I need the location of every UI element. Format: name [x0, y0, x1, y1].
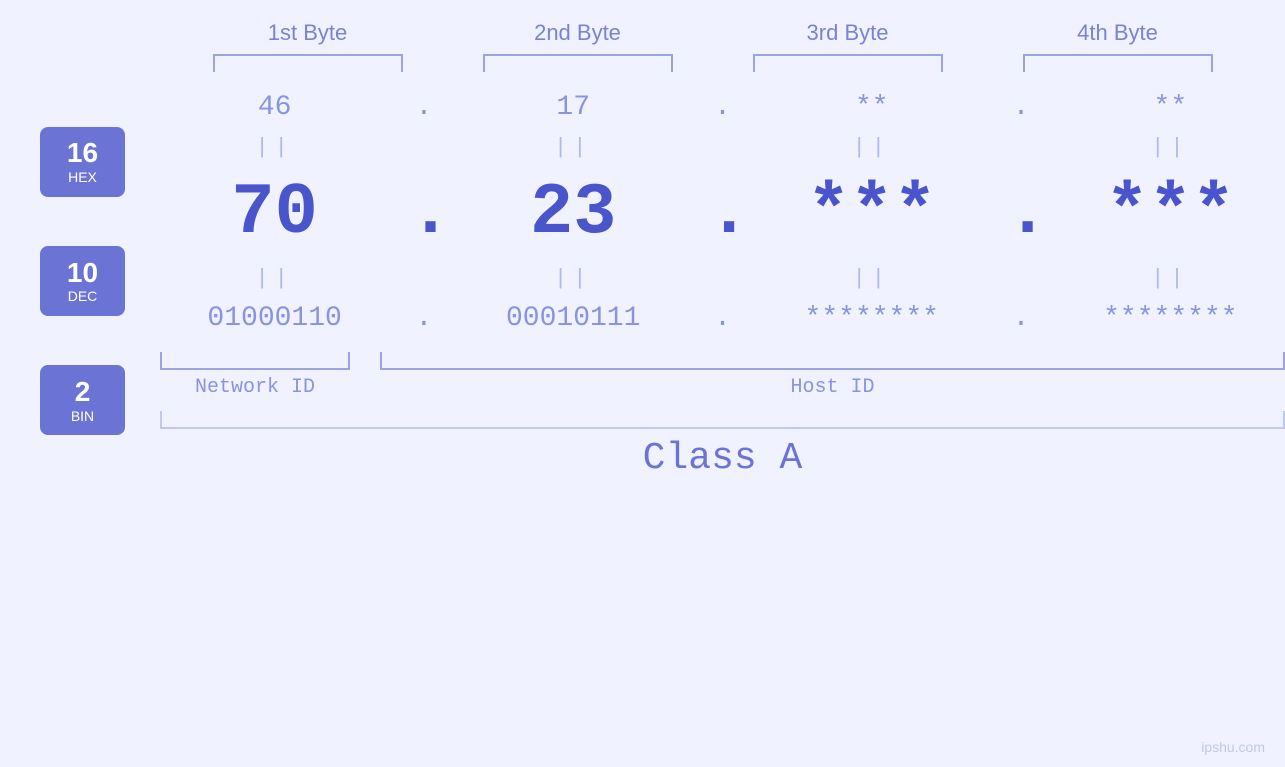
dec-dot2: . [707, 177, 737, 249]
byte2-header: 2nd Byte [478, 20, 678, 46]
dec-dot3: . [1006, 177, 1036, 249]
class-bracket [160, 411, 1285, 429]
hex-num: 16 [67, 138, 98, 169]
sep1-b4: || [1075, 135, 1265, 160]
bin-badge: 2 BIN [40, 365, 125, 435]
bin-b4: ******** [1075, 303, 1265, 334]
bin-dot3: . [1006, 303, 1036, 334]
sep-row-2: || || || || [160, 264, 1285, 293]
host-id-label: Host ID [380, 376, 1285, 399]
byte-headers-row: 1st Byte 2nd Byte 3rd Byte 4th Byte [173, 20, 1253, 46]
bin-dot2: . [707, 303, 737, 334]
dec-b2: 23 [478, 172, 668, 254]
sep1-b3: || [777, 135, 967, 160]
hex-dot2: . [707, 92, 737, 123]
sep2-b2: || [478, 266, 668, 291]
dec-b3: *** [777, 172, 967, 254]
bin-b3: ******** [777, 303, 967, 334]
network-id-label: Network ID [160, 376, 350, 399]
hex-row: 46 . 17 . ** . ** [160, 82, 1285, 133]
sep2-b1: || [180, 266, 370, 291]
hex-b2: 17 [478, 92, 668, 123]
dec-num: 10 [67, 258, 98, 289]
top-brackets [173, 54, 1253, 72]
byte3-bracket [753, 54, 943, 72]
hex-b1: 46 [180, 92, 370, 123]
bin-b1: 01000110 [180, 303, 370, 334]
dec-row: 70 . 23 . *** . *** [160, 162, 1285, 264]
bin-name: BIN [71, 408, 94, 424]
byte4-header: 4th Byte [1018, 20, 1218, 46]
bin-num: 2 [75, 377, 91, 408]
dec-dot1: . [409, 177, 439, 249]
bin-b2: 00010111 [478, 303, 668, 334]
sep1-b1: || [180, 135, 370, 160]
dec-b4: *** [1075, 172, 1265, 254]
sep1-b2: || [478, 135, 668, 160]
bin-row: 01000110 . 00010111 . ******** . *******… [160, 293, 1285, 344]
byte4-bracket [1023, 54, 1213, 72]
base-labels-col: 16 HEX 10 DEC 2 BIN [40, 82, 160, 480]
dec-b1: 70 [180, 172, 370, 254]
watermark: ipshu.com [1201, 739, 1265, 755]
hex-dot3: . [1006, 92, 1036, 123]
hex-b4: ** [1075, 92, 1265, 123]
hex-b3: ** [777, 92, 967, 123]
dec-name: DEC [68, 288, 98, 304]
sep2-b4: || [1075, 266, 1265, 291]
network-bracket [160, 352, 350, 370]
hex-badge: 16 HEX [40, 127, 125, 197]
main-grid: 16 HEX 10 DEC 2 BIN 46 . 17 . ** . ** [0, 82, 1285, 480]
byte2-bracket [483, 54, 673, 72]
hex-name: HEX [68, 169, 97, 185]
dec-badge: 10 DEC [40, 246, 125, 316]
byte1-bracket [213, 54, 403, 72]
byte3-header: 3rd Byte [748, 20, 948, 46]
byte1-header: 1st Byte [208, 20, 408, 46]
host-bracket [380, 352, 1285, 370]
hex-dot1: . [409, 92, 439, 123]
bin-dot1: . [409, 303, 439, 334]
rows-section: 46 . 17 . ** . ** || || || || 70 [160, 82, 1285, 480]
sep-row-1: || || || || [160, 133, 1285, 162]
sep2-b3: || [777, 266, 967, 291]
main-container: 1st Byte 2nd Byte 3rd Byte 4th Byte 16 H… [0, 0, 1285, 767]
class-label: Class A [160, 437, 1285, 480]
